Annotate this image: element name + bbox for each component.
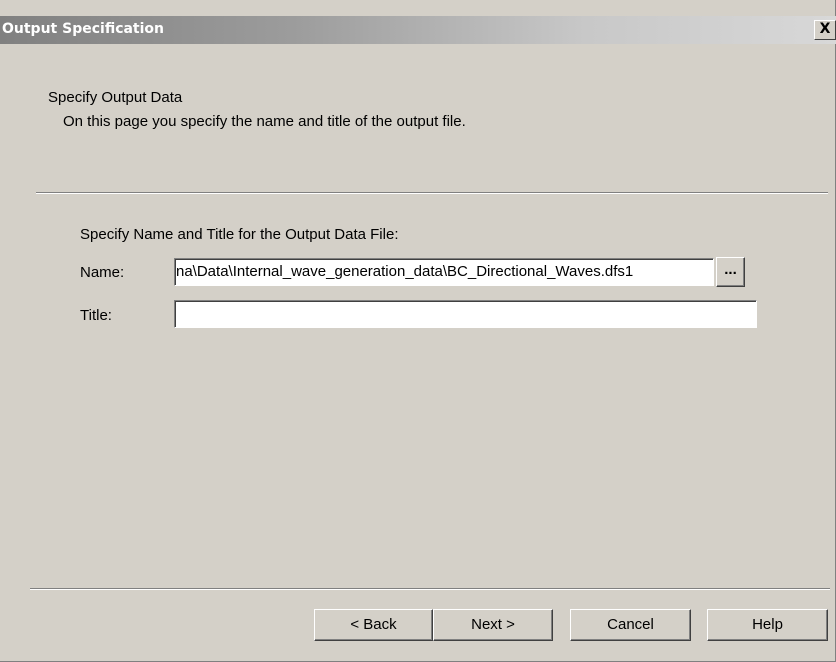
title-label: Title: [80,307,112,324]
close-icon[interactable]: X [814,20,836,40]
name-field[interactable]: na\Data\Internal_wave_generation_data\BC… [174,258,714,286]
cancel-button[interactable]: Cancel [570,609,691,641]
page-heading: Specify Output Data [48,89,183,106]
browse-button[interactable]: ... [716,257,745,287]
page-description: On this page you specify the name and ti… [63,113,466,130]
name-label: Name: [80,264,125,281]
next-button[interactable]: Next > [433,609,553,641]
section-label: Specify Name and Title for the Output Da… [80,226,399,243]
help-button[interactable]: Help [707,609,828,641]
header-separator [36,192,828,194]
name-field-value: na\Data\Internal_wave_generation_data\BC… [176,263,634,280]
footer-separator [30,588,830,590]
title-bar[interactable]: Output Specification X [0,16,836,44]
title-field[interactable] [174,300,757,328]
output-specification-dialog: Output Specification X Specify Output Da… [0,0,836,662]
window-title: Output Specification [2,21,165,37]
back-button[interactable]: < Back [314,609,433,641]
